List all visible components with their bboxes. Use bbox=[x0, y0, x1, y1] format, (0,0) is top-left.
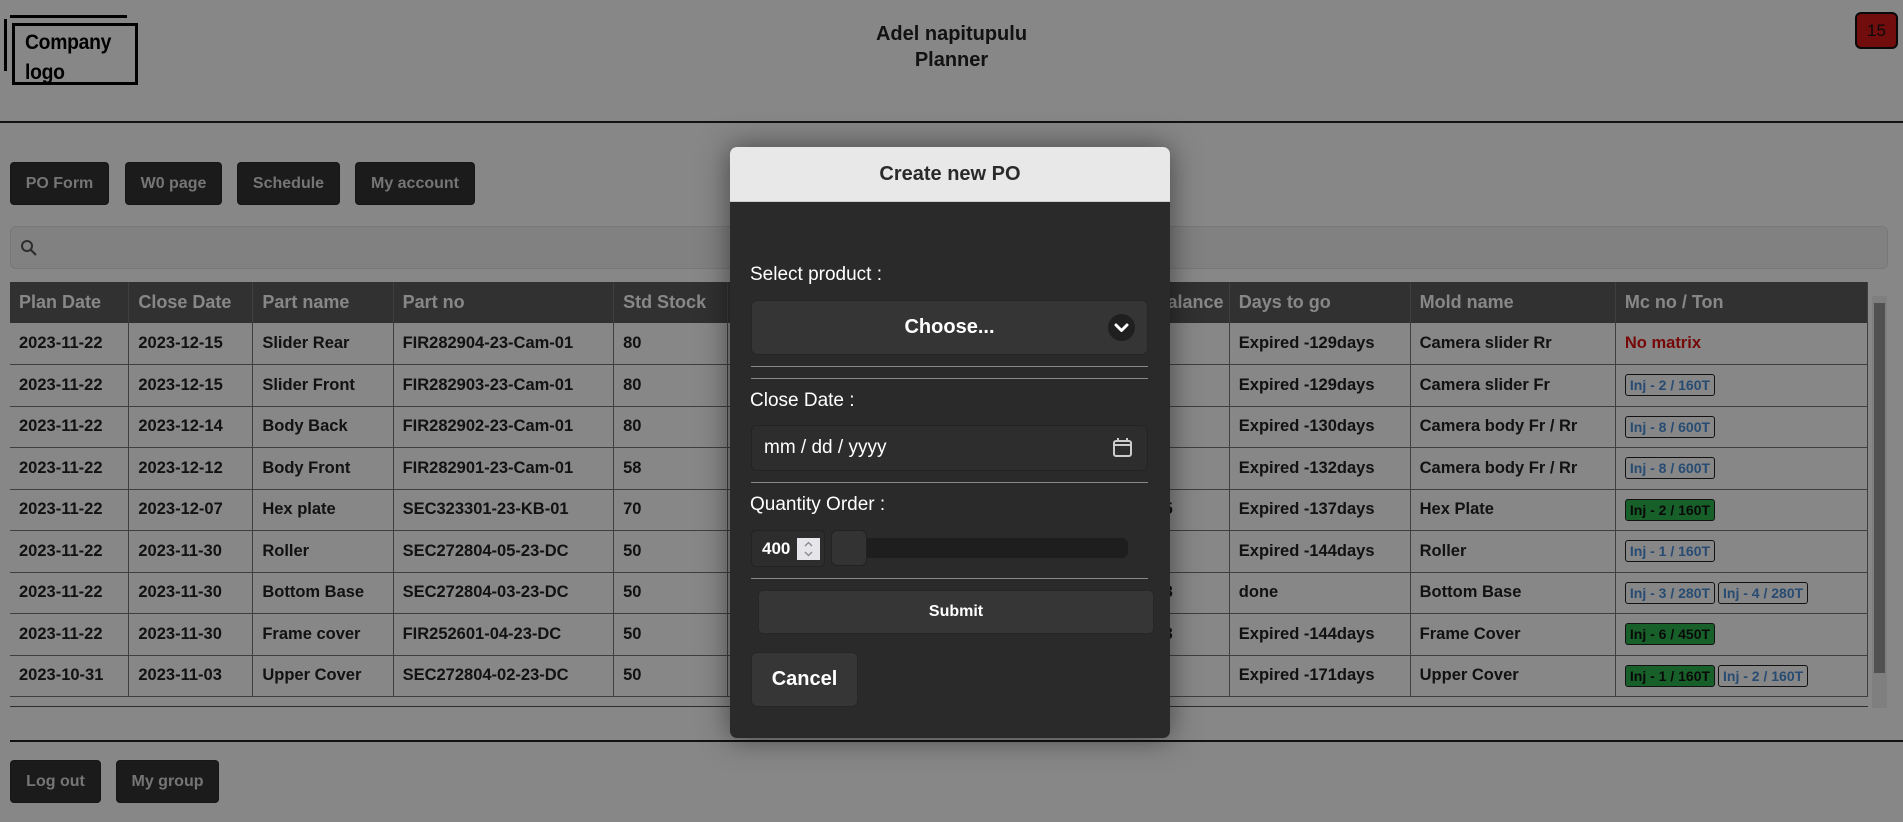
close-date-placeholder: mm / dd / yyyy bbox=[764, 437, 887, 458]
cancel-button[interactable]: Cancel bbox=[751, 652, 858, 707]
quantity-value: 400 bbox=[762, 539, 791, 558]
close-date-label: Close Date : bbox=[750, 390, 855, 411]
calendar-icon[interactable] bbox=[1112, 437, 1133, 458]
modal-title: Create new PO bbox=[730, 147, 1170, 202]
close-date-input[interactable]: mm / dd / yyyy bbox=[751, 425, 1148, 471]
chevron-down-icon bbox=[1108, 314, 1135, 341]
select-product-label: Select product : bbox=[750, 264, 883, 285]
submit-button[interactable]: Submit bbox=[758, 590, 1154, 634]
quantity-stepper[interactable] bbox=[797, 538, 820, 560]
divider bbox=[751, 482, 1148, 483]
divider bbox=[751, 578, 1148, 579]
quantity-input[interactable]: 400 bbox=[751, 530, 825, 567]
product-select[interactable]: Choose... bbox=[751, 300, 1148, 355]
product-select-value: Choose... bbox=[904, 316, 995, 338]
create-po-modal: Create new PO Select product : Choose...… bbox=[730, 147, 1170, 738]
quantity-slider-thumb[interactable] bbox=[831, 530, 867, 566]
quantity-order-label: Quantity Order : bbox=[750, 494, 886, 515]
divider bbox=[751, 366, 1148, 367]
divider bbox=[751, 378, 1148, 379]
quantity-slider-track[interactable] bbox=[831, 538, 1128, 558]
